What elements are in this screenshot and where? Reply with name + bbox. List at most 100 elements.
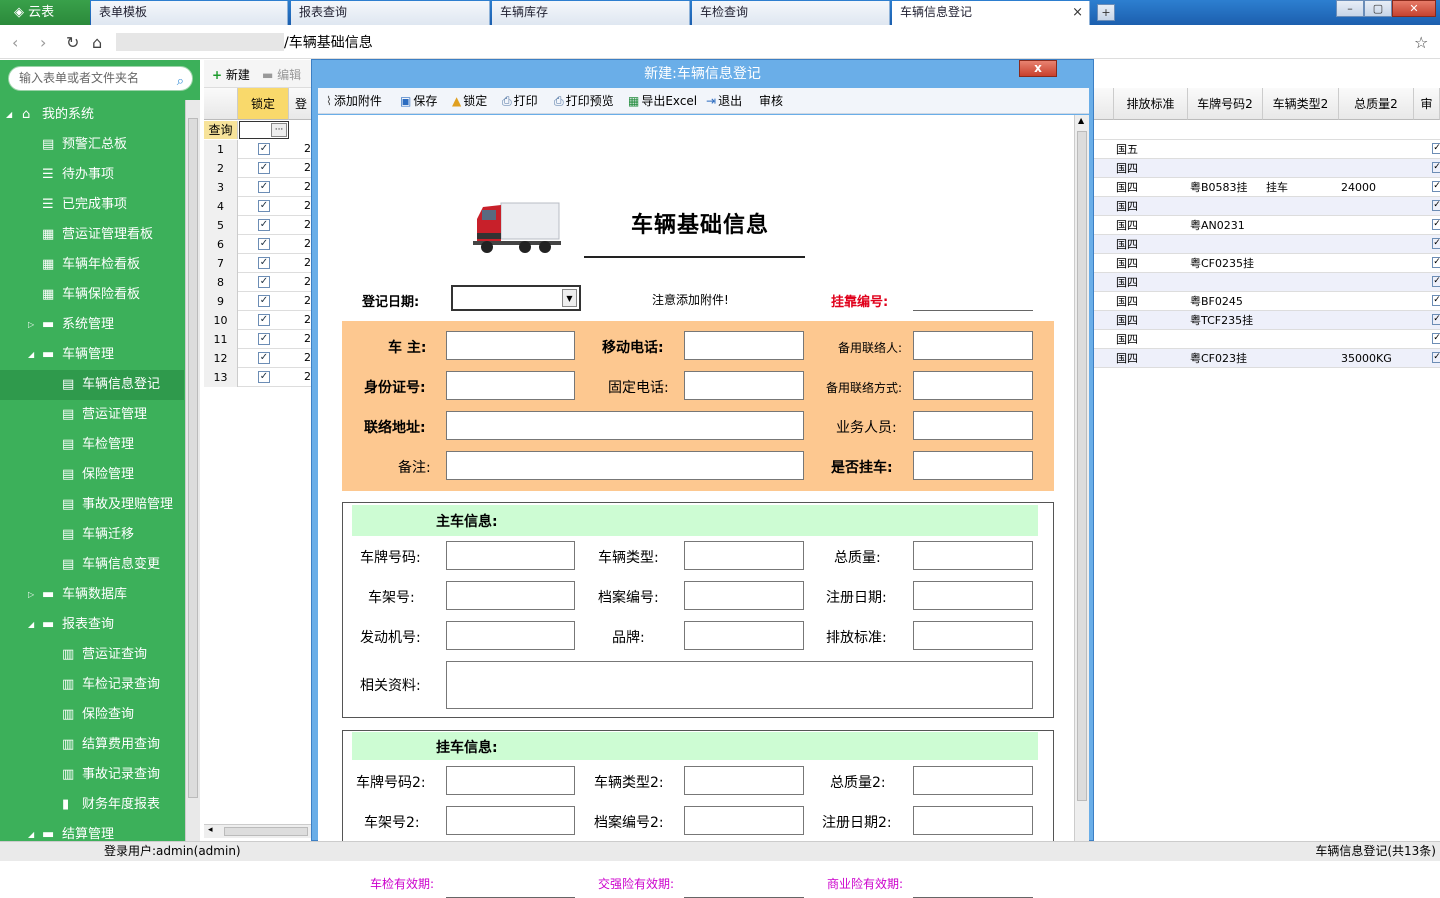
- sidebar-item[interactable]: ▦ 车辆年检看板: [0, 250, 184, 280]
- trailer-plate-input[interactable]: [446, 766, 575, 795]
- mobile-input[interactable]: [684, 331, 804, 360]
- ellipsis-button[interactable]: ···: [271, 123, 287, 137]
- audit-checkbox[interactable]: ✓: [1432, 200, 1440, 211]
- lock-button[interactable]: ▲ 锁定: [452, 92, 487, 109]
- audit-checkbox[interactable]: ✓: [1432, 181, 1440, 192]
- trailer-frame-input[interactable]: [446, 806, 575, 835]
- table-row[interactable]: 11 ✓ 2: [204, 330, 314, 349]
- sidebar-item[interactable]: ▤ 预警汇总板: [0, 130, 184, 160]
- tab-home[interactable]: ◈ 云表: [0, 0, 90, 25]
- tab-report-query[interactable]: 报表查询: [291, 1, 490, 25]
- col-type2[interactable]: 车辆类型2: [1263, 88, 1339, 120]
- col-mass2[interactable]: 总质量2: [1339, 88, 1414, 120]
- sidebar-folder-reports[interactable]: ◢ ▬ 报表查询: [0, 610, 184, 640]
- h-scrollbar[interactable]: ◂: [204, 824, 314, 838]
- table-row[interactable]: 12 ✓ 2: [204, 349, 314, 368]
- print-preview-button[interactable]: ⎙ 打印预览: [554, 92, 614, 109]
- col-plate2[interactable]: 车牌号码2: [1188, 88, 1263, 120]
- lock-checkbox[interactable]: ✓: [258, 200, 270, 212]
- sidebar-item-vehicle-register[interactable]: ▤ 车辆信息登记: [0, 370, 184, 400]
- table-row[interactable]: 2 ✓ 2: [204, 159, 314, 178]
- sidebar-item[interactable]: ☰ 待办事项: [0, 160, 184, 190]
- table-row[interactable]: 7 ✓ 2: [204, 254, 314, 273]
- table-row[interactable]: 国四 粤B0583挂 挂车 24000 ✓: [1094, 178, 1440, 197]
- audit-checkbox[interactable]: ✓: [1432, 162, 1440, 173]
- attach-button[interactable]: ⌇ 添加附件: [326, 92, 382, 109]
- audit-button[interactable]: 审核: [759, 92, 783, 109]
- home-icon[interactable]: ⌂: [92, 33, 102, 52]
- table-row[interactable]: 5 ✓ 2: [204, 216, 314, 235]
- audit-checkbox[interactable]: ✓: [1432, 143, 1440, 154]
- col-audit[interactable]: 审: [1414, 88, 1440, 120]
- backup-contact-input[interactable]: [913, 331, 1033, 360]
- table-row[interactable]: 8 ✓ 2: [204, 273, 314, 292]
- owner-input[interactable]: [446, 331, 575, 360]
- table-row[interactable]: 9 ✓ 2: [204, 292, 314, 311]
- is-trailer-input[interactable]: [913, 451, 1033, 480]
- sidebar-item[interactable]: ▤ 车辆信息变更: [0, 550, 184, 580]
- edit-button[interactable]: ▬ 编辑: [262, 66, 301, 83]
- audit-checkbox[interactable]: ✓: [1432, 238, 1440, 249]
- lock-checkbox[interactable]: ✓: [258, 314, 270, 326]
- chevron-down-icon[interactable]: ▼: [562, 289, 577, 307]
- add-tab-button[interactable]: +: [1097, 4, 1115, 21]
- table-row[interactable]: 国四 粤AN0231 ✓: [1094, 216, 1440, 235]
- table-row[interactable]: 国四 粤CF0235挂 ✓: [1094, 254, 1440, 273]
- lock-checkbox[interactable]: ✓: [258, 181, 270, 193]
- sidebar-item[interactable]: ▦ 营运证管理看板: [0, 220, 184, 250]
- table-row[interactable]: 国四 ✓: [1094, 159, 1440, 178]
- close-icon[interactable]: ×: [1072, 1, 1083, 24]
- sidebar-item[interactable]: ▤ 营运证管理: [0, 400, 184, 430]
- lock-checkbox[interactable]: ✓: [258, 219, 270, 231]
- phone-input[interactable]: [684, 371, 804, 400]
- audit-checkbox[interactable]: ✓: [1432, 257, 1440, 268]
- engine-input[interactable]: [446, 621, 575, 650]
- table-row[interactable]: 国四 ✓: [1094, 197, 1440, 216]
- export-excel-button[interactable]: ▦ 导出Excel: [628, 92, 697, 109]
- sidebar-item[interactable]: ▤ 事故及理赔管理: [0, 490, 184, 520]
- table-row[interactable]: 4 ✓ 2: [204, 197, 314, 216]
- col-lock[interactable]: 锁定: [238, 88, 289, 120]
- lock-checkbox[interactable]: ✓: [258, 333, 270, 345]
- minimize-button[interactable]: –: [1336, 0, 1364, 17]
- star-icon[interactable]: ☆: [1414, 33, 1428, 52]
- trailer-register-date-input[interactable]: [913, 806, 1033, 835]
- table-row[interactable]: 13 ✓ 2: [204, 368, 314, 387]
- query-cell[interactable]: 查询: [204, 121, 238, 139]
- table-row[interactable]: 10 ✓ 2: [204, 311, 314, 330]
- lock-checkbox[interactable]: ✓: [258, 276, 270, 288]
- table-row[interactable]: 国四 ✓: [1094, 273, 1440, 292]
- table-row[interactable]: 国四 ✓: [1094, 235, 1440, 254]
- sidebar-item[interactable]: ▤ 车辆迁移: [0, 520, 184, 550]
- sidebar-item[interactable]: ▮ 财务年度报表: [0, 790, 184, 820]
- reg-date-select[interactable]: ▼: [451, 285, 581, 311]
- audit-checkbox[interactable]: ✓: [1432, 314, 1440, 325]
- remark-input[interactable]: [446, 451, 804, 480]
- refresh-icon[interactable]: ↻: [66, 33, 79, 52]
- sidebar-folder-vehicle[interactable]: ◢ ▬ 车辆管理: [0, 340, 184, 370]
- sidebar-scrollbar[interactable]: [185, 100, 200, 841]
- table-row[interactable]: 国四 粤CF023挂 35000KG ✓: [1094, 349, 1440, 368]
- audit-checkbox[interactable]: ✓: [1432, 295, 1440, 306]
- window-close-button[interactable]: ✕: [1392, 0, 1436, 17]
- sidebar-item-my-system[interactable]: ◢ ⌂ 我的系统: [0, 100, 184, 130]
- lock-checkbox[interactable]: ✓: [258, 371, 270, 383]
- sidebar-folder-system[interactable]: ▷ ▬ 系统管理: [0, 310, 184, 340]
- docs-input[interactable]: [446, 661, 1033, 709]
- table-row[interactable]: 1 ✓ 2: [204, 140, 314, 159]
- plate-input[interactable]: [446, 541, 575, 570]
- lock-checkbox[interactable]: ✓: [258, 162, 270, 174]
- sidebar-folder-database[interactable]: ▷ ▬ 车辆数据库: [0, 580, 184, 610]
- table-row[interactable]: 国四 粤BF0245 ✓: [1094, 292, 1440, 311]
- maximize-button[interactable]: ▢: [1364, 0, 1392, 17]
- lock-checkbox[interactable]: ✓: [258, 352, 270, 364]
- forward-icon[interactable]: ›: [40, 33, 46, 52]
- brand-input[interactable]: [684, 621, 804, 650]
- table-row[interactable]: 国四 粤TCF235挂 ✓: [1094, 311, 1440, 330]
- lock-checkbox[interactable]: ✓: [258, 143, 270, 155]
- sidebar-item[interactable]: ▥ 营运证查询: [0, 640, 184, 670]
- lock-checkbox[interactable]: ✓: [258, 238, 270, 250]
- tab-inspection-query[interactable]: 车检查询: [692, 1, 890, 25]
- new-button[interactable]: + 新建: [212, 66, 250, 83]
- sidebar-item[interactable]: ☰ 已完成事项: [0, 190, 184, 220]
